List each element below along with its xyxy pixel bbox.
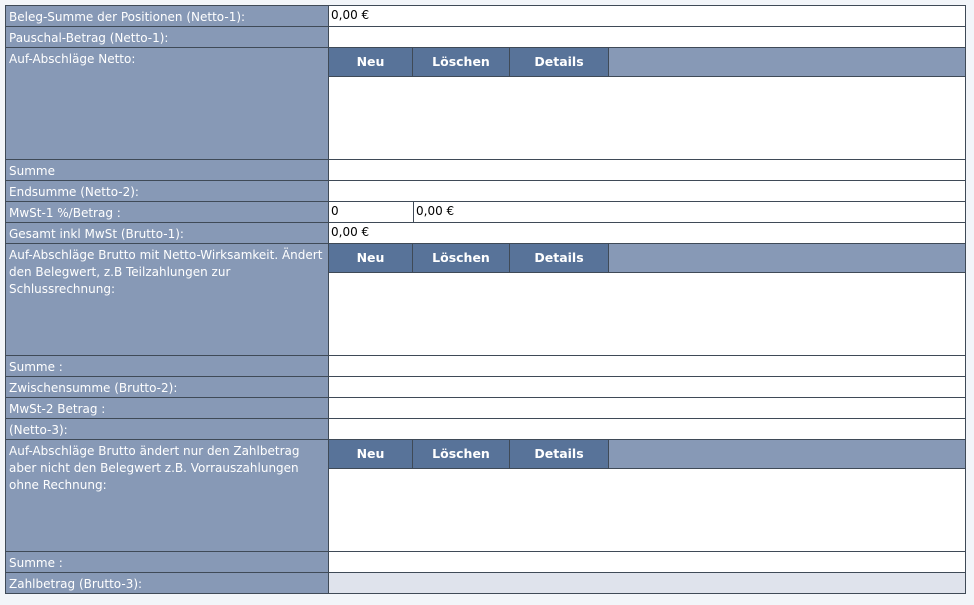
row-auf-netto: Auf-Abschläge Netto: Neu Löschen Details xyxy=(5,47,966,160)
auf-brutto-wirk-details-button[interactable]: Details xyxy=(510,244,609,272)
mwst1-values: 0 0,00 € xyxy=(328,201,966,223)
endsumme-label: Endsumme (Netto-2): xyxy=(5,180,329,202)
auf-brutto-wirk-list[interactable] xyxy=(329,273,965,355)
toolbar-filler xyxy=(609,441,965,469)
row-summe-2: Summe : xyxy=(5,355,966,377)
row-summe-3: Summe : xyxy=(5,551,966,573)
beleg-summe-value: 0,00 € xyxy=(328,5,966,27)
zwischensumme-value xyxy=(328,376,966,398)
mwst2-label: MwSt-2 Betrag : xyxy=(5,397,329,419)
zahlbetrag-value xyxy=(328,572,966,594)
auf-brutto-zahl-toolbar: Neu Löschen Details xyxy=(329,440,965,469)
totals-form: Beleg-Summe der Positionen (Netto-1): 0,… xyxy=(5,5,966,594)
row-zwischensumme: Zwischensumme (Brutto-2): xyxy=(5,376,966,398)
row-summe-1: Summe xyxy=(5,159,966,181)
pauschal-field[interactable] xyxy=(328,26,966,48)
row-pauschal: Pauschal-Betrag (Netto-1): xyxy=(5,26,966,48)
mwst1-label: MwSt-1 %/Betrag : xyxy=(5,201,329,223)
row-zahlbetrag: Zahlbetrag (Brutto-3): xyxy=(5,572,966,594)
zwischensumme-label: Zwischensumme (Brutto-2): xyxy=(5,376,329,398)
netto3-label: (Netto-3): xyxy=(5,418,329,440)
auf-brutto-wirk-grid: Neu Löschen Details xyxy=(328,243,966,356)
auf-netto-list[interactable] xyxy=(329,77,965,159)
auf-brutto-zahl-delete-button[interactable]: Löschen xyxy=(413,440,510,468)
auf-netto-new-button[interactable]: Neu xyxy=(329,48,413,76)
netto3-value xyxy=(328,418,966,440)
auf-netto-grid: Neu Löschen Details xyxy=(328,47,966,160)
row-beleg-summe: Beleg-Summe der Positionen (Netto-1): 0,… xyxy=(5,5,966,27)
summe-3-value xyxy=(328,551,966,573)
row-auf-brutto-wirk: Auf-Abschläge Brutto mit Netto-Wirksamke… xyxy=(5,243,966,356)
toolbar-filler xyxy=(609,49,965,77)
summe-2-label: Summe : xyxy=(5,355,329,377)
auf-brutto-zahl-details-button[interactable]: Details xyxy=(510,440,609,468)
summe-1-label: Summe xyxy=(5,159,329,181)
row-endsumme: Endsumme (Netto-2): xyxy=(5,180,966,202)
endsumme-value xyxy=(328,180,966,202)
zahlbetrag-label: Zahlbetrag (Brutto-3): xyxy=(5,572,329,594)
summe-2-value xyxy=(328,355,966,377)
auf-netto-toolbar: Neu Löschen Details xyxy=(329,48,965,77)
toolbar-filler xyxy=(609,245,965,273)
gesamt-label: Gesamt inkl MwSt (Brutto-1): xyxy=(5,222,329,244)
row-netto3: (Netto-3): xyxy=(5,418,966,440)
row-gesamt: Gesamt inkl MwSt (Brutto-1): 0,00 € xyxy=(5,222,966,244)
pauschal-label: Pauschal-Betrag (Netto-1): xyxy=(5,26,329,48)
auf-brutto-zahl-grid: Neu Löschen Details xyxy=(328,439,966,552)
auf-brutto-wirk-toolbar: Neu Löschen Details xyxy=(329,244,965,273)
mwst2-value xyxy=(328,397,966,419)
auf-netto-delete-button[interactable]: Löschen xyxy=(413,48,510,76)
auf-brutto-wirk-label: Auf-Abschläge Brutto mit Netto-Wirksamke… xyxy=(5,243,329,356)
auf-brutto-zahl-new-button[interactable]: Neu xyxy=(329,440,413,468)
auf-brutto-wirk-new-button[interactable]: Neu xyxy=(329,244,413,272)
summe-3-label: Summe : xyxy=(5,551,329,573)
auf-netto-label: Auf-Abschläge Netto: xyxy=(5,47,329,160)
mwst1-percent-field[interactable]: 0 xyxy=(330,202,414,222)
row-mwst2: MwSt-2 Betrag : xyxy=(5,397,966,419)
mwst1-amount-value: 0,00 € xyxy=(416,204,455,218)
auf-brutto-zahl-label: Auf-Abschläge Brutto ändert nur den Zahl… xyxy=(5,439,329,552)
row-auf-brutto-zahl: Auf-Abschläge Brutto ändert nur den Zahl… xyxy=(5,439,966,552)
beleg-summe-label: Beleg-Summe der Positionen (Netto-1): xyxy=(5,5,329,27)
auf-brutto-wirk-delete-button[interactable]: Löschen xyxy=(413,244,510,272)
auf-brutto-zahl-list[interactable] xyxy=(329,469,965,551)
row-mwst1: MwSt-1 %/Betrag : 0 0,00 € xyxy=(5,201,966,223)
auf-netto-details-button[interactable]: Details xyxy=(510,48,609,76)
gesamt-value: 0,00 € xyxy=(328,222,966,244)
summe-1-value xyxy=(328,159,966,181)
